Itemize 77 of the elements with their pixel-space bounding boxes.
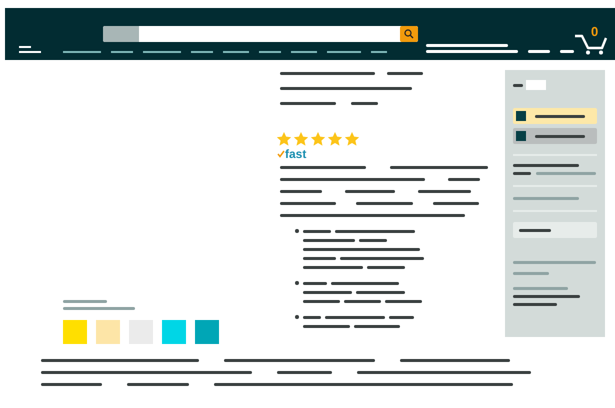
placeholder-line xyxy=(389,316,414,319)
nav-link[interactable] xyxy=(291,51,317,53)
placeholder-line xyxy=(513,197,579,200)
placeholder-line xyxy=(303,325,350,328)
nav-link[interactable] xyxy=(111,51,133,53)
placeholder-line xyxy=(280,190,322,193)
placeholder-line xyxy=(528,50,550,53)
placeholder-line xyxy=(359,239,387,242)
placeholder-line xyxy=(344,300,381,303)
placeholder-line xyxy=(351,102,378,105)
placeholder-line xyxy=(280,202,336,205)
color-swatch[interactable] xyxy=(195,320,219,344)
add-button[interactable] xyxy=(513,222,597,238)
placeholder-line xyxy=(356,291,405,294)
menu-icon[interactable] xyxy=(19,46,41,53)
placeholder-line xyxy=(325,316,385,319)
placeholder-line xyxy=(63,307,135,310)
color-swatch[interactable] xyxy=(96,320,120,344)
placeholder-line xyxy=(303,230,331,233)
star-icon xyxy=(276,131,292,147)
nav-link[interactable] xyxy=(259,51,281,53)
placeholder-line xyxy=(513,303,557,306)
nav-link[interactable] xyxy=(327,51,361,53)
search-field[interactable] xyxy=(103,26,418,42)
color-swatch[interactable] xyxy=(162,320,186,344)
cart-count: 0 xyxy=(591,25,598,38)
placeholder-line xyxy=(303,291,352,294)
nav-link[interactable] xyxy=(223,51,249,53)
placeholder-line xyxy=(513,172,531,175)
search-icon xyxy=(404,29,414,39)
placeholder-line xyxy=(535,134,585,138)
delivery-label: fast xyxy=(285,148,306,160)
nav-link[interactable] xyxy=(371,51,387,53)
placeholder-line xyxy=(513,164,579,167)
search-button[interactable] xyxy=(400,26,418,42)
placeholder-line xyxy=(536,172,596,175)
placeholder-line xyxy=(448,178,480,181)
star-icon xyxy=(344,131,360,147)
bullet-icon xyxy=(295,281,299,285)
placeholder-line xyxy=(127,383,189,386)
placeholder-line xyxy=(277,371,332,374)
placeholder-line xyxy=(385,300,422,303)
nav-link[interactable] xyxy=(191,51,213,53)
placeholder-line xyxy=(519,228,551,232)
placeholder-line xyxy=(303,300,340,303)
bullet-icon xyxy=(295,315,299,319)
placeholder-line xyxy=(513,287,568,290)
placeholder-line xyxy=(354,325,400,328)
placeholder-line xyxy=(303,257,336,260)
buy-option[interactable] xyxy=(513,108,597,124)
placeholder-line xyxy=(418,190,471,193)
star-icon xyxy=(310,131,326,147)
buy-option[interactable] xyxy=(513,128,597,144)
placeholder-line xyxy=(367,266,405,269)
placeholder-line xyxy=(387,72,423,75)
star-icon xyxy=(327,131,343,147)
placeholder-line xyxy=(303,266,363,269)
placeholder-line xyxy=(535,114,585,118)
color-swatch[interactable] xyxy=(63,320,87,344)
placeholder-line xyxy=(331,282,399,285)
nav-link[interactable] xyxy=(63,51,101,53)
placeholder-line xyxy=(303,282,327,285)
quantity-field[interactable] xyxy=(526,80,546,90)
placeholder-line xyxy=(345,190,395,193)
check-icon xyxy=(277,150,285,158)
placeholder-line xyxy=(280,102,336,105)
bullet-icon xyxy=(295,229,299,233)
nav-link[interactable] xyxy=(143,51,181,53)
placeholder-line xyxy=(41,383,102,386)
placeholder-line xyxy=(433,202,479,205)
placeholder-line xyxy=(303,316,321,319)
placeholder-line xyxy=(513,272,549,275)
star-icon xyxy=(293,131,309,147)
placeholder-line xyxy=(63,300,107,303)
placeholder-line xyxy=(513,295,580,298)
placeholder-line xyxy=(303,239,355,242)
placeholder-line xyxy=(356,202,413,205)
